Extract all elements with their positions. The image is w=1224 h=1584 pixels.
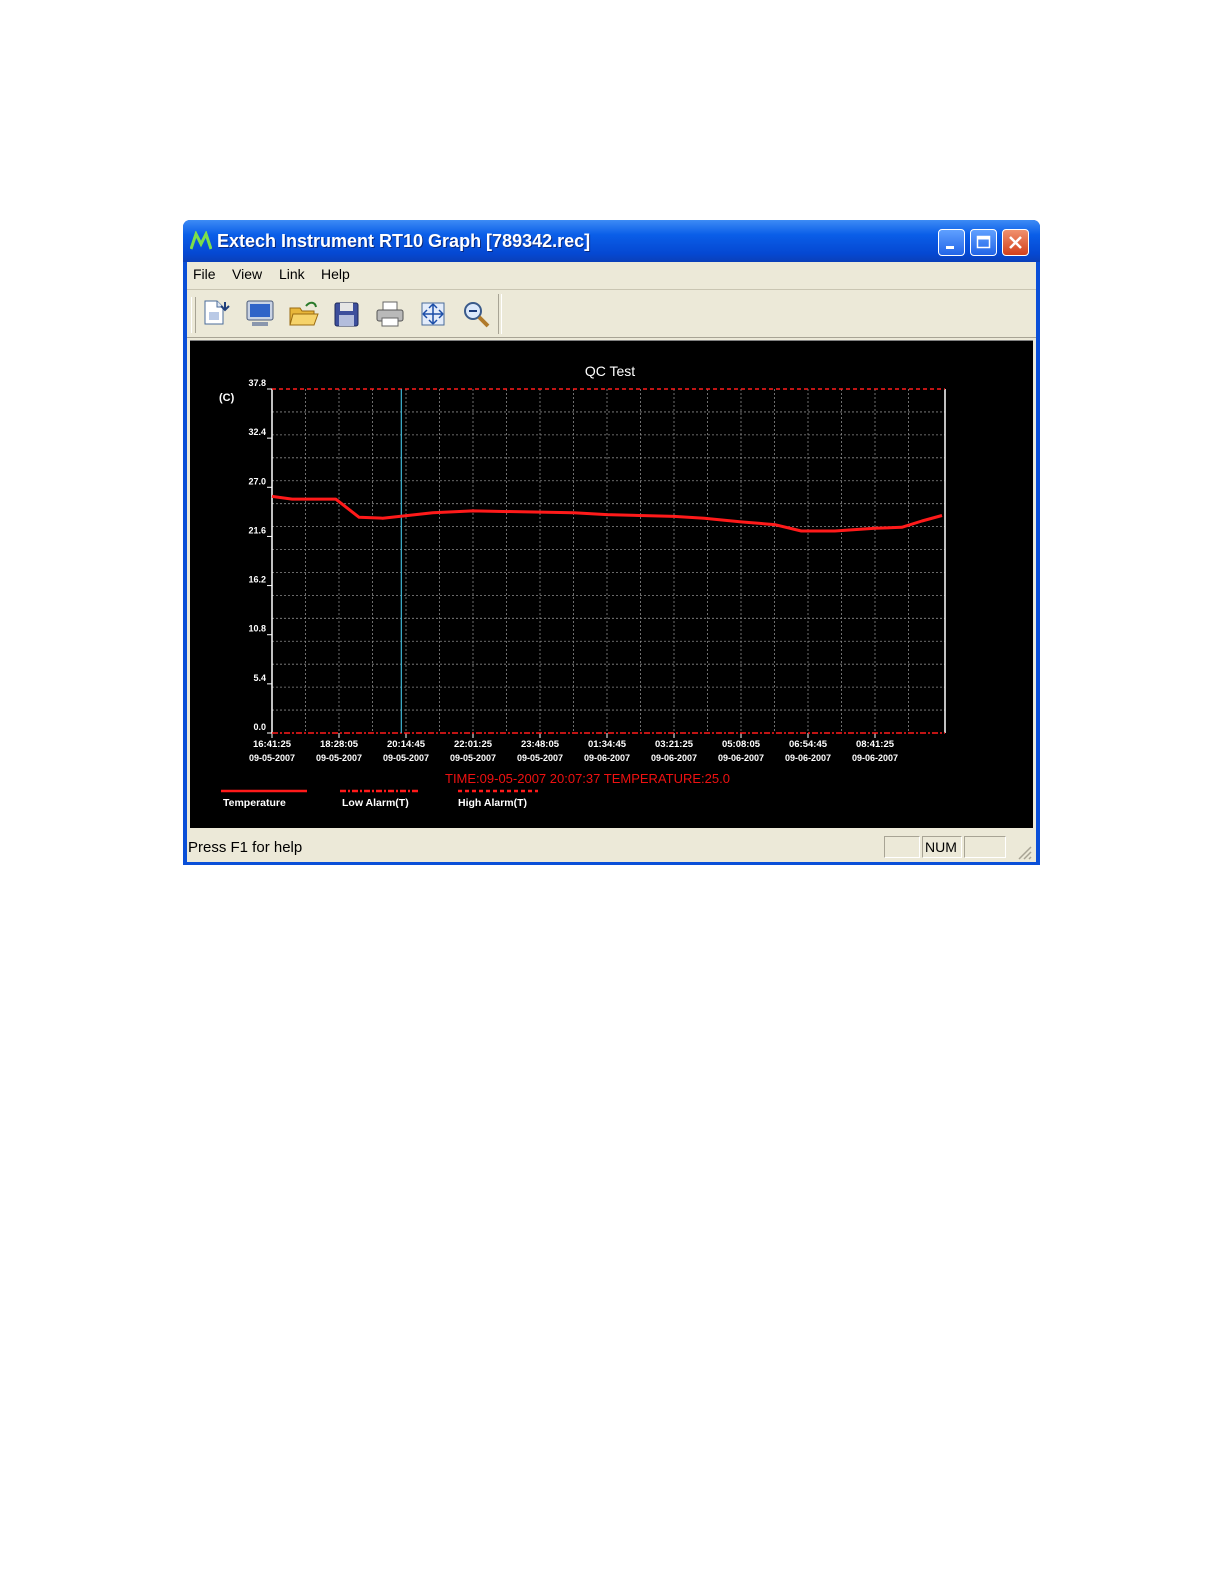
- save-disk-icon: [334, 302, 359, 327]
- menu-bar: File View Link Help: [187, 262, 1036, 290]
- toolbar-grip[interactable]: [191, 297, 196, 333]
- chart-title: QC Test: [585, 363, 635, 379]
- x-tick-date-label: 09-05-2007: [316, 753, 362, 763]
- legend-label: Temperature: [223, 797, 286, 809]
- monitor-button[interactable]: [244, 298, 276, 330]
- status-pane-num: NUM: [922, 836, 962, 858]
- window-title: Extech Instrument RT10 Graph [789342.rec…: [217, 231, 591, 251]
- y-tick-label: 27.0: [248, 476, 266, 486]
- y-tick-label: 10.8: [248, 624, 266, 634]
- save-button[interactable]: [331, 298, 363, 330]
- minimize-icon: [946, 246, 954, 249]
- status-pane-caps: [884, 836, 920, 858]
- y-axis-unit-label: (C): [219, 392, 235, 404]
- status-bar: Press F1 for help NUM: [187, 830, 1036, 862]
- x-tick-date-label: 09-06-2007: [651, 753, 697, 763]
- y-tick-label: 32.4: [248, 427, 266, 437]
- close-icon: [1009, 236, 1022, 249]
- x-tick-time-label: 05:08:05: [722, 739, 761, 750]
- print-button[interactable]: [374, 298, 406, 330]
- close-button[interactable]: [1002, 229, 1029, 256]
- legend-label: Low Alarm(T): [342, 797, 409, 809]
- x-tick-time-label: 22:01:25: [454, 739, 493, 750]
- chart-area[interactable]: QC Test (C) 37.8 32.4 27.0 21.6 16.2 10.8 5.4 0.0…: [190, 340, 1033, 828]
- x-tick-time-label: 18:28:05: [320, 739, 359, 750]
- menu-file[interactable]: File: [193, 266, 216, 282]
- x-tick-time-label: 16:41:25: [253, 739, 292, 750]
- x-tick-time-label: 03:21:25: [655, 739, 694, 750]
- menu-help[interactable]: Help: [321, 266, 350, 282]
- extech-logo-icon: [190, 231, 212, 250]
- fit-view-button[interactable]: [417, 298, 449, 330]
- minimize-button[interactable]: [938, 229, 965, 256]
- menu-view[interactable]: View: [232, 266, 262, 282]
- client-area: File View Link Help QC Test (C) 37.8 32.…: [187, 262, 1036, 862]
- x-tick-date-label: 09-05-2007: [517, 753, 563, 763]
- toolbar: [187, 291, 1036, 338]
- y-tick-label: 16.2: [248, 575, 266, 585]
- zoom-out-icon: [464, 302, 490, 328]
- x-tick-date-label: 09-06-2007: [584, 753, 630, 763]
- status-help-text: Press F1 for help: [188, 839, 303, 856]
- app-window: Extech Instrument RT10 Graph [789342.rec…: [183, 220, 1040, 865]
- x-tick-time-label: 20:14:45: [387, 739, 426, 750]
- maximize-icon: [976, 235, 991, 249]
- toolbar-separator: [498, 294, 502, 334]
- y-tick-label: 5.4: [253, 673, 266, 683]
- y-tick-label: 37.8: [248, 378, 266, 388]
- zoom-out-button[interactable]: [460, 298, 492, 330]
- fit-view-icon: [421, 302, 445, 326]
- x-tick-time-label: 01:34:45: [588, 739, 627, 750]
- new-file-icon: [204, 300, 230, 325]
- temperature-chart: QC Test (C) 37.8 32.4 27.0 21.6 16.2 10.8 5.4 0.0…: [219, 363, 946, 809]
- y-tick-label: 0.0: [253, 722, 266, 732]
- x-tick-date-label: 09-05-2007: [249, 753, 295, 763]
- cursor-readout-text: TIME:09-05-2007 20:07:37 TEMPERATURE:25.…: [445, 771, 730, 786]
- y-tick-label: 21.6: [248, 525, 266, 535]
- x-tick-date-label: 09-06-2007: [718, 753, 764, 763]
- resize-grip-icon[interactable]: [1016, 844, 1032, 860]
- x-tick-date-label: 09-06-2007: [785, 753, 831, 763]
- title-bar[interactable]: Extech Instrument RT10 Graph [789342.rec…: [183, 220, 1040, 262]
- x-tick-date-label: 09-06-2007: [852, 753, 898, 763]
- menu-link[interactable]: Link: [279, 266, 305, 282]
- maximize-button[interactable]: [970, 229, 997, 256]
- x-tick-time-label: 06:54:45: [789, 739, 828, 750]
- x-tick-date-label: 09-05-2007: [383, 753, 429, 763]
- x-tick-date-label: 09-05-2007: [450, 753, 496, 763]
- print-icon: [376, 301, 404, 327]
- new-file-button[interactable]: [201, 298, 233, 330]
- x-tick-time-label: 23:48:05: [521, 739, 560, 750]
- open-folder-button[interactable]: [288, 298, 320, 330]
- open-folder-icon: [289, 301, 319, 326]
- x-tick-time-label: 08:41:25: [856, 739, 895, 750]
- monitor-icon: [246, 300, 274, 326]
- status-pane-scroll: [964, 836, 1006, 858]
- legend-label: High Alarm(T): [458, 797, 527, 809]
